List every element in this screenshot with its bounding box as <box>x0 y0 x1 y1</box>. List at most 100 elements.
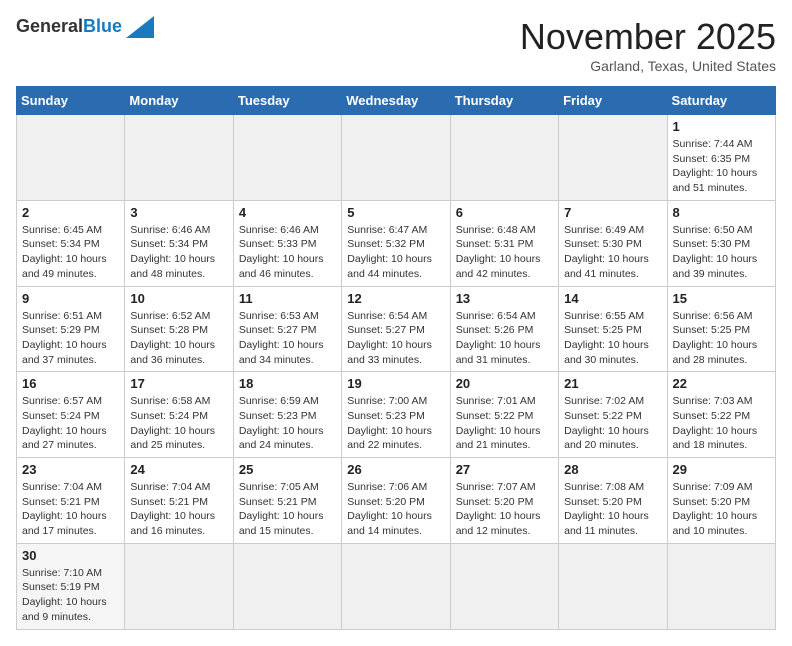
calendar-cell: 30Sunrise: 7:10 AMSunset: 5:19 PMDayligh… <box>17 543 125 629</box>
day-info: Sunrise: 6:56 AMSunset: 5:25 PMDaylight:… <box>673 309 770 368</box>
calendar-week-2: 9 Sunrise: 6:51 AMSunset: 5:29 PMDaylight… <box>17 286 776 372</box>
day-info: Sunrise: 6:54 AMSunset: 5:26 PMDaylight:… <box>456 309 553 368</box>
day-number: 13 <box>456 291 553 306</box>
calendar-cell: 1 Sunrise: 7:44 AMSunset: 6:35 PMDaylight… <box>667 115 775 201</box>
weekday-header-saturday: Saturday <box>667 87 775 115</box>
day-number: 18 <box>239 376 336 391</box>
calendar-cell <box>17 115 125 201</box>
calendar-week-3: 16 Sunrise: 6:57 AMSunset: 5:24 PMDayligh… <box>17 372 776 458</box>
calendar-table: SundayMondayTuesdayWednesdayThursdayFrid… <box>16 86 776 630</box>
month-title: November 2025 <box>520 16 776 58</box>
day-number: 11 <box>239 291 336 306</box>
day-info: Sunrise: 6:59 AMSunset: 5:23 PMDaylight:… <box>239 394 336 453</box>
calendar-cell <box>450 543 558 629</box>
calendar-cell <box>233 115 341 201</box>
logo-icon <box>126 16 154 38</box>
day-info: Sunrise: 7:03 AMSunset: 5:22 PMDaylight:… <box>673 394 770 453</box>
calendar-cell: 5 Sunrise: 6:47 AMSunset: 5:32 PMDaylight… <box>342 200 450 286</box>
day-number: 17 <box>130 376 227 391</box>
calendar-cell <box>667 543 775 629</box>
day-number: 25 <box>239 462 336 477</box>
day-info: Sunrise: 7:06 AMSunset: 5:20 PMDaylight:… <box>347 480 444 539</box>
calendar-cell: 19Sunrise: 7:00 AMSunset: 5:23 PMDayligh… <box>342 372 450 458</box>
day-number: 20 <box>456 376 553 391</box>
calendar-cell: 8Sunrise: 6:50 AMSunset: 5:30 PMDaylight… <box>667 200 775 286</box>
day-number: 10 <box>130 291 227 306</box>
calendar-cell <box>559 543 667 629</box>
day-info: Sunrise: 6:53 AMSunset: 5:27 PMDaylight:… <box>239 309 336 368</box>
calendar-cell: 22Sunrise: 7:03 AMSunset: 5:22 PMDayligh… <box>667 372 775 458</box>
calendar-cell: 13 Sunrise: 6:54 AMSunset: 5:26 PMDayligh… <box>450 286 558 372</box>
day-info: Sunrise: 7:00 AMSunset: 5:23 PMDaylight:… <box>347 394 444 453</box>
calendar-cell: 24Sunrise: 7:04 AMSunset: 5:21 PMDayligh… <box>125 458 233 544</box>
day-number: 28 <box>564 462 661 477</box>
calendar-cell: 17 Sunrise: 6:58 AMSunset: 5:24 PMDayligh… <box>125 372 233 458</box>
day-info: Sunrise: 6:49 AMSunset: 5:30 PMDaylight:… <box>564 223 661 282</box>
day-info: Sunrise: 7:01 AMSunset: 5:22 PMDaylight:… <box>456 394 553 453</box>
calendar-cell: 21 Sunrise: 7:02 AMSunset: 5:22 PMDayligh… <box>559 372 667 458</box>
day-info: Sunrise: 7:04 AMSunset: 5:21 PMDaylight:… <box>22 480 119 539</box>
calendar-cell: 15Sunrise: 6:56 AMSunset: 5:25 PMDayligh… <box>667 286 775 372</box>
day-info: Sunrise: 6:55 AMSunset: 5:25 PMDaylight:… <box>564 309 661 368</box>
calendar-cell <box>450 115 558 201</box>
day-info: Sunrise: 6:51 AMSunset: 5:29 PMDaylight:… <box>22 309 119 368</box>
page-header: GeneralBlue November 2025 Garland, Texas… <box>16 16 776 74</box>
day-info: Sunrise: 6:52 AMSunset: 5:28 PMDaylight:… <box>130 309 227 368</box>
calendar-cell: 28 Sunrise: 7:08 AMSunset: 5:20 PMDayligh… <box>559 458 667 544</box>
calendar-week-1: 2 Sunrise: 6:45 AMSunset: 5:34 PMDaylight… <box>17 200 776 286</box>
day-number: 16 <box>22 376 119 391</box>
day-info: Sunrise: 6:54 AMSunset: 5:27 PMDaylight:… <box>347 309 444 368</box>
day-number: 21 <box>564 376 661 391</box>
day-info: Sunrise: 6:57 AMSunset: 5:24 PMDaylight:… <box>22 394 119 453</box>
calendar-cell: 3Sunrise: 6:46 AMSunset: 5:34 PMDaylight… <box>125 200 233 286</box>
calendar-cell <box>233 543 341 629</box>
weekday-header-wednesday: Wednesday <box>342 87 450 115</box>
calendar-cell: 29Sunrise: 7:09 AMSunset: 5:20 PMDayligh… <box>667 458 775 544</box>
day-number: 5 <box>347 205 444 220</box>
day-info: Sunrise: 7:44 AMSunset: 6:35 PMDaylight:… <box>673 137 770 196</box>
day-number: 7 <box>564 205 661 220</box>
day-number: 8 <box>673 205 770 220</box>
day-number: 6 <box>456 205 553 220</box>
calendar-cell: 2 Sunrise: 6:45 AMSunset: 5:34 PMDaylight… <box>17 200 125 286</box>
day-info: Sunrise: 7:02 AMSunset: 5:22 PMDaylight:… <box>564 394 661 453</box>
day-info: Sunrise: 7:09 AMSunset: 5:20 PMDaylight:… <box>673 480 770 539</box>
weekday-header-monday: Monday <box>125 87 233 115</box>
logo: GeneralBlue <box>16 16 154 38</box>
logo-text: GeneralBlue <box>16 17 122 37</box>
day-number: 1 <box>673 119 770 134</box>
calendar-cell <box>342 543 450 629</box>
day-number: 4 <box>239 205 336 220</box>
day-info: Sunrise: 7:07 AMSunset: 5:20 PMDaylight:… <box>456 480 553 539</box>
day-info: Sunrise: 6:46 AMSunset: 5:34 PMDaylight:… <box>130 223 227 282</box>
day-number: 14 <box>564 291 661 306</box>
calendar-cell: 10 Sunrise: 6:52 AMSunset: 5:28 PMDayligh… <box>125 286 233 372</box>
weekday-header-tuesday: Tuesday <box>233 87 341 115</box>
calendar-cell <box>125 115 233 201</box>
weekday-header-sunday: Sunday <box>17 87 125 115</box>
day-number: 2 <box>22 205 119 220</box>
day-info: Sunrise: 7:05 AMSunset: 5:21 PMDaylight:… <box>239 480 336 539</box>
calendar-week-5: 30Sunrise: 7:10 AMSunset: 5:19 PMDayligh… <box>17 543 776 629</box>
calendar-cell: 7 Sunrise: 6:49 AMSunset: 5:30 PMDaylight… <box>559 200 667 286</box>
calendar-cell <box>559 115 667 201</box>
calendar-cell: 9 Sunrise: 6:51 AMSunset: 5:29 PMDaylight… <box>17 286 125 372</box>
day-number: 27 <box>456 462 553 477</box>
calendar-cell: 20 Sunrise: 7:01 AMSunset: 5:22 PMDayligh… <box>450 372 558 458</box>
day-info: Sunrise: 6:47 AMSunset: 5:32 PMDaylight:… <box>347 223 444 282</box>
weekday-header-friday: Friday <box>559 87 667 115</box>
day-info: Sunrise: 7:04 AMSunset: 5:21 PMDaylight:… <box>130 480 227 539</box>
day-info: Sunrise: 6:45 AMSunset: 5:34 PMDaylight:… <box>22 223 119 282</box>
calendar-cell: 27 Sunrise: 7:07 AMSunset: 5:20 PMDayligh… <box>450 458 558 544</box>
weekday-header-thursday: Thursday <box>450 87 558 115</box>
title-area: November 2025 Garland, Texas, United Sta… <box>520 16 776 74</box>
calendar-cell: 18 Sunrise: 6:59 AMSunset: 5:23 PMDayligh… <box>233 372 341 458</box>
calendar-cell: 14 Sunrise: 6:55 AMSunset: 5:25 PMDayligh… <box>559 286 667 372</box>
calendar-cell: 6Sunrise: 6:48 AMSunset: 5:31 PMDaylight… <box>450 200 558 286</box>
day-number: 9 <box>22 291 119 306</box>
day-info: Sunrise: 6:58 AMSunset: 5:24 PMDaylight:… <box>130 394 227 453</box>
day-info: Sunrise: 7:08 AMSunset: 5:20 PMDaylight:… <box>564 480 661 539</box>
calendar-cell: 4Sunrise: 6:46 AMSunset: 5:33 PMDaylight… <box>233 200 341 286</box>
calendar-cell <box>342 115 450 201</box>
calendar-week-4: 23Sunrise: 7:04 AMSunset: 5:21 PMDayligh… <box>17 458 776 544</box>
